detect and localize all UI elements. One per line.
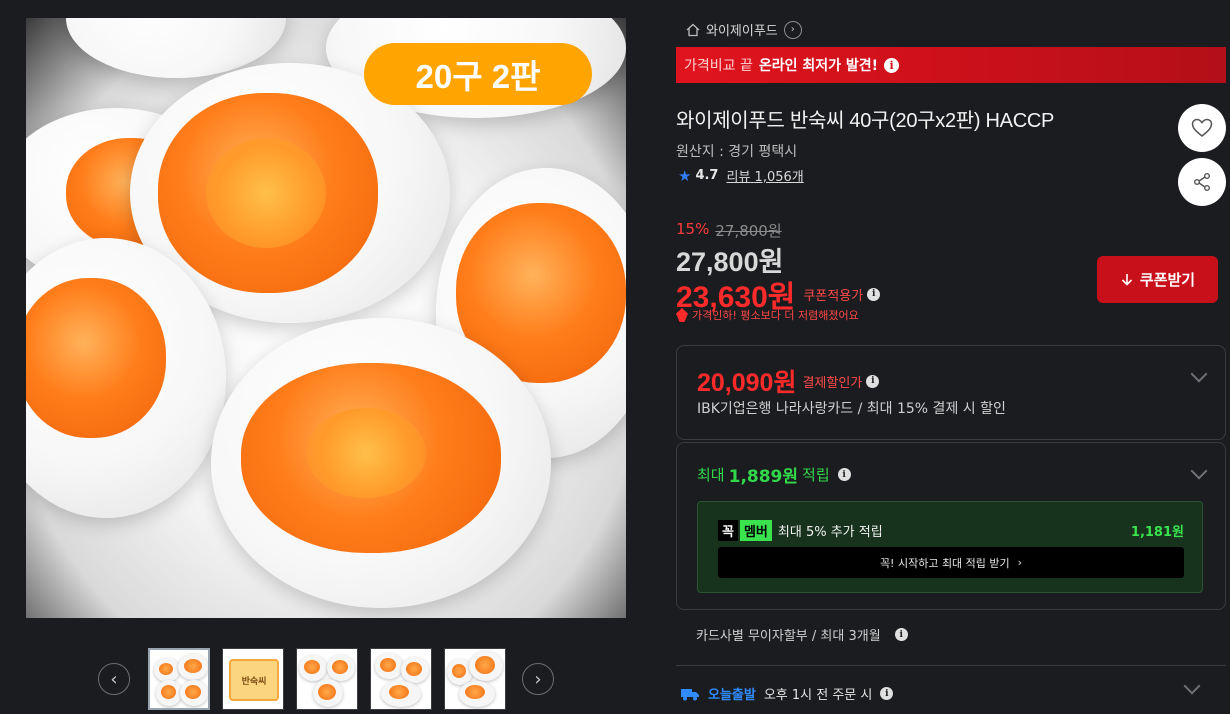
thumbnail-4[interactable] — [370, 648, 432, 710]
heart-icon — [1191, 118, 1213, 137]
thumbnail-5[interactable] — [444, 648, 506, 710]
lowest-price-banner[interactable]: 가격비교 끝 온라인 최저가 발견! i — [676, 47, 1226, 83]
brand-name: 와이제이푸드 — [706, 24, 778, 39]
reward-amount: 1,889원 — [728, 467, 799, 487]
rating-row: ★ 4.7 리뷰 1,056개 — [678, 166, 804, 186]
thumbnail-1[interactable] — [148, 648, 210, 710]
original-price: 27,800원 — [715, 222, 782, 240]
thumbnail-next-button[interactable]: › — [522, 663, 554, 695]
thumbnail-3[interactable] — [296, 648, 358, 710]
reward-prefix: 최대 — [697, 466, 725, 484]
delivery-text: 오후 1시 전 주문 시 — [763, 688, 873, 703]
installment-text: 카드사별 무이자할부 / 최대 3개월 — [696, 629, 881, 644]
info-icon[interactable]: i — [880, 687, 894, 700]
membership-cta-button[interactable]: 꼭! 시작하고 최대 적립 받기 › — [718, 547, 1184, 578]
rating-score: 4.7 — [695, 168, 719, 183]
chevron-down-icon[interactable] — [1183, 677, 1201, 695]
star-icon: ★ — [678, 166, 692, 185]
wishlist-button[interactable] — [1178, 104, 1226, 152]
membership-amount: 1,181원 — [1130, 525, 1184, 540]
price-drop-note: 가격인하! 평소보다 더 저렴해졌어요 — [676, 307, 859, 323]
thumbnail-strip: ‹ 반숙씨 › — [98, 648, 558, 710]
promo-prefix: 가격비교 끝 — [684, 58, 753, 74]
card-discount-label-text: 결제할인가 — [802, 375, 863, 391]
info-icon[interactable]: i — [837, 468, 851, 481]
info-icon[interactable]: i — [866, 374, 880, 388]
membership-text: 최대 5% 추가 적립 — [777, 525, 883, 540]
card-discount-box[interactable]: 20,090원 결제할인가 i IBK기업은행 나라사랑카드 / 최대 15% … — [676, 345, 1226, 440]
card-discount-label: 결제할인가 i — [802, 372, 880, 391]
home-icon — [686, 23, 700, 36]
share-icon — [1194, 173, 1210, 191]
discount-row: 15% 27,800원 — [676, 220, 782, 241]
coupon-button-label: 쿠폰받기 — [1139, 271, 1196, 289]
share-button[interactable] — [1178, 158, 1226, 206]
divider — [676, 665, 1226, 666]
review-link[interactable]: 리뷰 1,056개 — [726, 166, 803, 185]
download-icon — [1121, 273, 1132, 286]
brand-link[interactable]: 와이제이푸드 › — [686, 20, 802, 39]
delivery-row: 오늘출발 오후 1시 전 주문 시 i — [680, 684, 894, 703]
thumbnail-2[interactable]: 반숙씨 — [222, 648, 284, 710]
product-info-panel: 와이제이푸드 › 가격비교 끝 온라인 최저가 발견! i 와이제이푸드 반숙씨… — [676, 0, 1226, 714]
info-icon[interactable]: i — [884, 57, 900, 73]
chevron-right-icon: › — [534, 668, 542, 690]
price-drop-icon — [676, 308, 688, 322]
chevron-left-icon: ‹ — [110, 668, 118, 690]
reward-heading: 최대 1,889원 적립 i — [697, 462, 851, 487]
reward-box: 최대 1,889원 적립 i 꼭 멤버 최대 5% 추가 적립 1,181원 꼭… — [676, 442, 1226, 610]
info-icon[interactable]: i — [867, 287, 881, 301]
product-main-image[interactable]: 20구 2판 — [26, 18, 626, 618]
delivery-badge: 오늘출발 — [708, 688, 756, 703]
membership-cta-label: 꼭! 시작하고 최대 적립 받기 — [879, 556, 1010, 570]
image-badge: 20구 2판 — [364, 43, 592, 105]
membership-box: 꼭 멤버 최대 5% 추가 적립 1,181원 꼭! 시작하고 최대 적립 받기… — [697, 501, 1203, 593]
chevron-right-icon: › — [783, 20, 802, 39]
coupon-label: 쿠폰적용가 i — [803, 285, 881, 304]
thumbnail-card-label: 반숙씨 — [229, 659, 279, 701]
membership-tag: 꼭 — [718, 520, 738, 541]
thumbnail-prev-button[interactable]: ‹ — [98, 663, 130, 695]
chevron-down-icon[interactable] — [1190, 365, 1208, 383]
review-label: 리뷰 — [726, 170, 751, 185]
installment-info: 카드사별 무이자할부 / 최대 3개월 i — [696, 625, 908, 644]
price-drop-text: 가격인하! 평소보다 더 저렴해졌어요 — [692, 309, 859, 322]
discount-rate: 15% — [676, 220, 710, 238]
card-discount-price: 20,090원 — [697, 369, 797, 397]
coupon-label-text: 쿠폰적용가 — [803, 288, 864, 304]
membership-row: 꼭 멤버 최대 5% 추가 적립 1,181원 — [718, 520, 1184, 541]
truck-icon — [681, 688, 699, 700]
info-icon[interactable]: i — [894, 628, 908, 641]
card-discount-description: IBK기업은행 나라사랑카드 / 최대 15% 결제 시 할인 — [697, 401, 1006, 417]
product-origin: 원산지 : 경기 평택시 — [676, 144, 798, 160]
chevron-right-icon: › — [1017, 556, 1023, 569]
product-title: 와이제이푸드 반숙씨 40구(20구x2판) HACCP — [676, 110, 1055, 132]
promo-highlight: 온라인 최저가 발견! — [758, 58, 879, 74]
membership-tag-member: 멤버 — [739, 520, 772, 541]
reward-suffix: 적립 — [802, 466, 830, 484]
coupon-download-button[interactable]: 쿠폰받기 — [1097, 256, 1218, 303]
review-count: 1,056개 — [754, 170, 804, 185]
chevron-down-icon[interactable] — [1190, 462, 1208, 480]
card-discount-price-row: 20,090원 결제할인가 i — [697, 363, 880, 399]
